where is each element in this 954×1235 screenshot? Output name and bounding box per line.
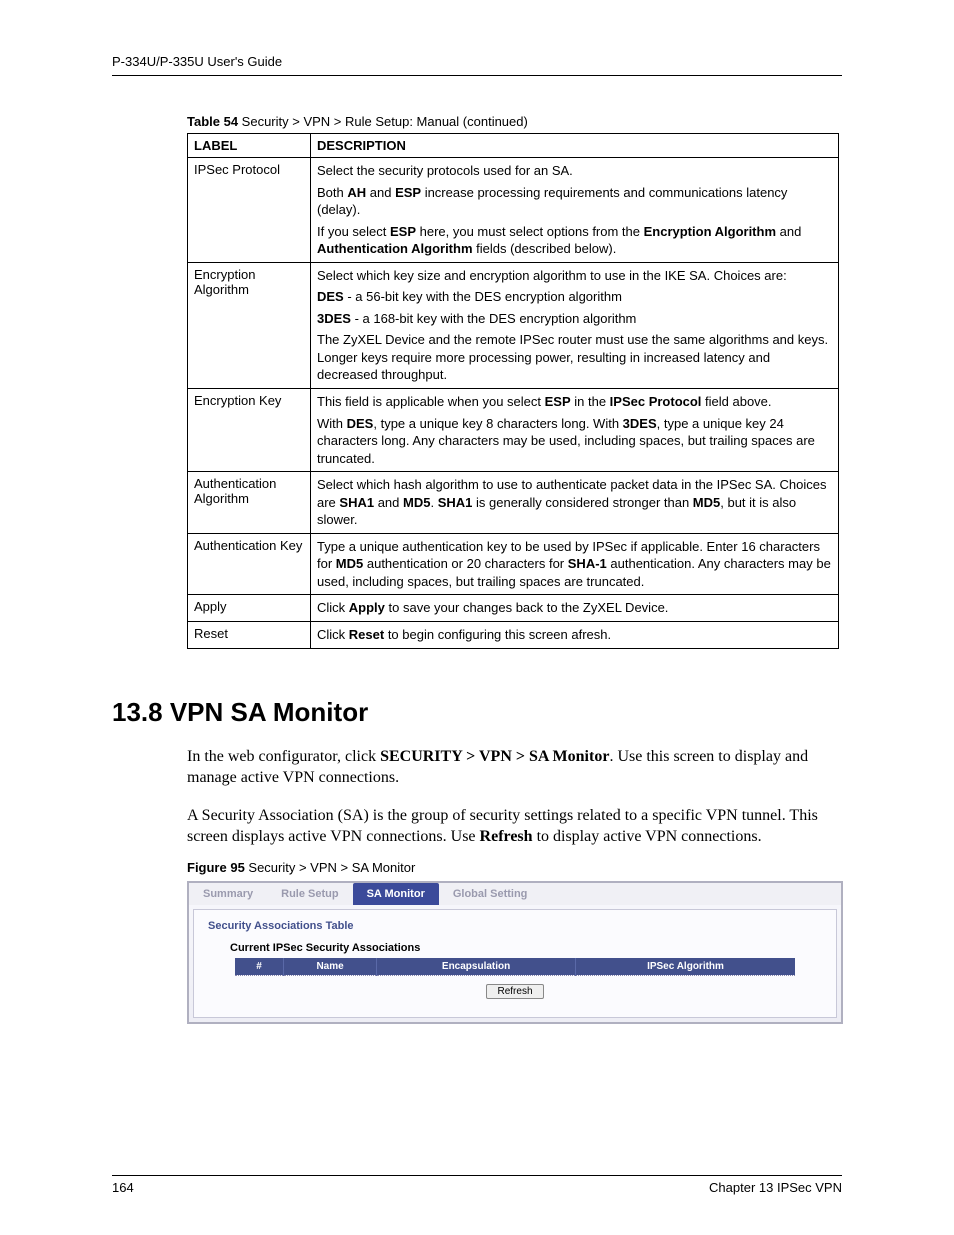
table-row-description: Type a unique authentication key to be u… (311, 533, 839, 595)
table-header-label: LABEL (188, 134, 311, 158)
table-row-label: Apply (188, 595, 311, 622)
tab-sa-monitor[interactable]: SA Monitor (353, 883, 439, 905)
panel-subtitle: Current IPSec Security Associations (204, 942, 826, 954)
figure-caption: Figure 95 Security > VPN > SA Monitor (187, 860, 842, 875)
table-row-description: Click Apply to save your changes back to… (311, 595, 839, 622)
tab-summary[interactable]: Summary (189, 883, 267, 905)
table-row-description: Select which key size and encryption alg… (311, 262, 839, 388)
tab-rule-setup[interactable]: Rule Setup (267, 883, 352, 905)
chapter-label: Chapter 13 IPSec VPN (709, 1180, 842, 1195)
table-row-label: Reset (188, 622, 311, 649)
table-row-label: Encryption Key (188, 389, 311, 472)
inner-panel: Security Associations Table Current IPSe… (193, 909, 837, 1018)
sa-column-header: Encapsulation (377, 958, 576, 976)
body-paragraph-2: A Security Association (SA) is the group… (187, 805, 842, 848)
running-header: P-334U/P-335U User's Guide (112, 54, 842, 76)
table-caption: Table 54 Security > VPN > Rule Setup: Ma… (187, 114, 842, 129)
table-row-label: Encryption Algorithm (188, 262, 311, 388)
tabs-row: SummaryRule SetupSA MonitorGlobal Settin… (189, 883, 841, 905)
table-row-label: IPSec Protocol (188, 158, 311, 263)
sa-column-header: Name (284, 958, 377, 976)
table-row-description: Click Reset to begin configuring this sc… (311, 622, 839, 649)
tab-global-setting[interactable]: Global Setting (439, 883, 542, 905)
table-caption-bold: Table 54 (187, 114, 238, 129)
panel-title: Security Associations Table (204, 918, 826, 942)
table-caption-rest: Security > VPN > Rule Setup: Manual (con… (238, 114, 528, 129)
table-row-description: This field is applicable when you select… (311, 389, 839, 472)
refresh-button[interactable]: Refresh (486, 984, 543, 999)
sa-table: #NameEncapsulationIPSec Algorithm (235, 958, 795, 980)
figure-caption-rest: Security > VPN > SA Monitor (245, 860, 416, 875)
figure-caption-bold: Figure 95 (187, 860, 245, 875)
page-number: 164 (112, 1180, 134, 1195)
table-row-label: Authentication Key (188, 533, 311, 595)
parameter-table: LABEL DESCRIPTION IPSec ProtocolSelect t… (187, 133, 839, 649)
page-footer: 164 Chapter 13 IPSec VPN (112, 1175, 842, 1195)
table-row-description: Select the security protocols used for a… (311, 158, 839, 263)
body-paragraph-1: In the web configurator, click SECURITY … (187, 746, 842, 789)
sa-monitor-screenshot: SummaryRule SetupSA MonitorGlobal Settin… (187, 881, 843, 1024)
section-heading: 13.8 VPN SA Monitor (112, 697, 842, 728)
sa-column-header: IPSec Algorithm (576, 958, 795, 976)
sa-column-header: # (235, 958, 284, 976)
table-header-description: DESCRIPTION (311, 134, 839, 158)
table-row-description: Select which hash algorithm to use to au… (311, 472, 839, 534)
table-row-label: Authentication Algorithm (188, 472, 311, 534)
